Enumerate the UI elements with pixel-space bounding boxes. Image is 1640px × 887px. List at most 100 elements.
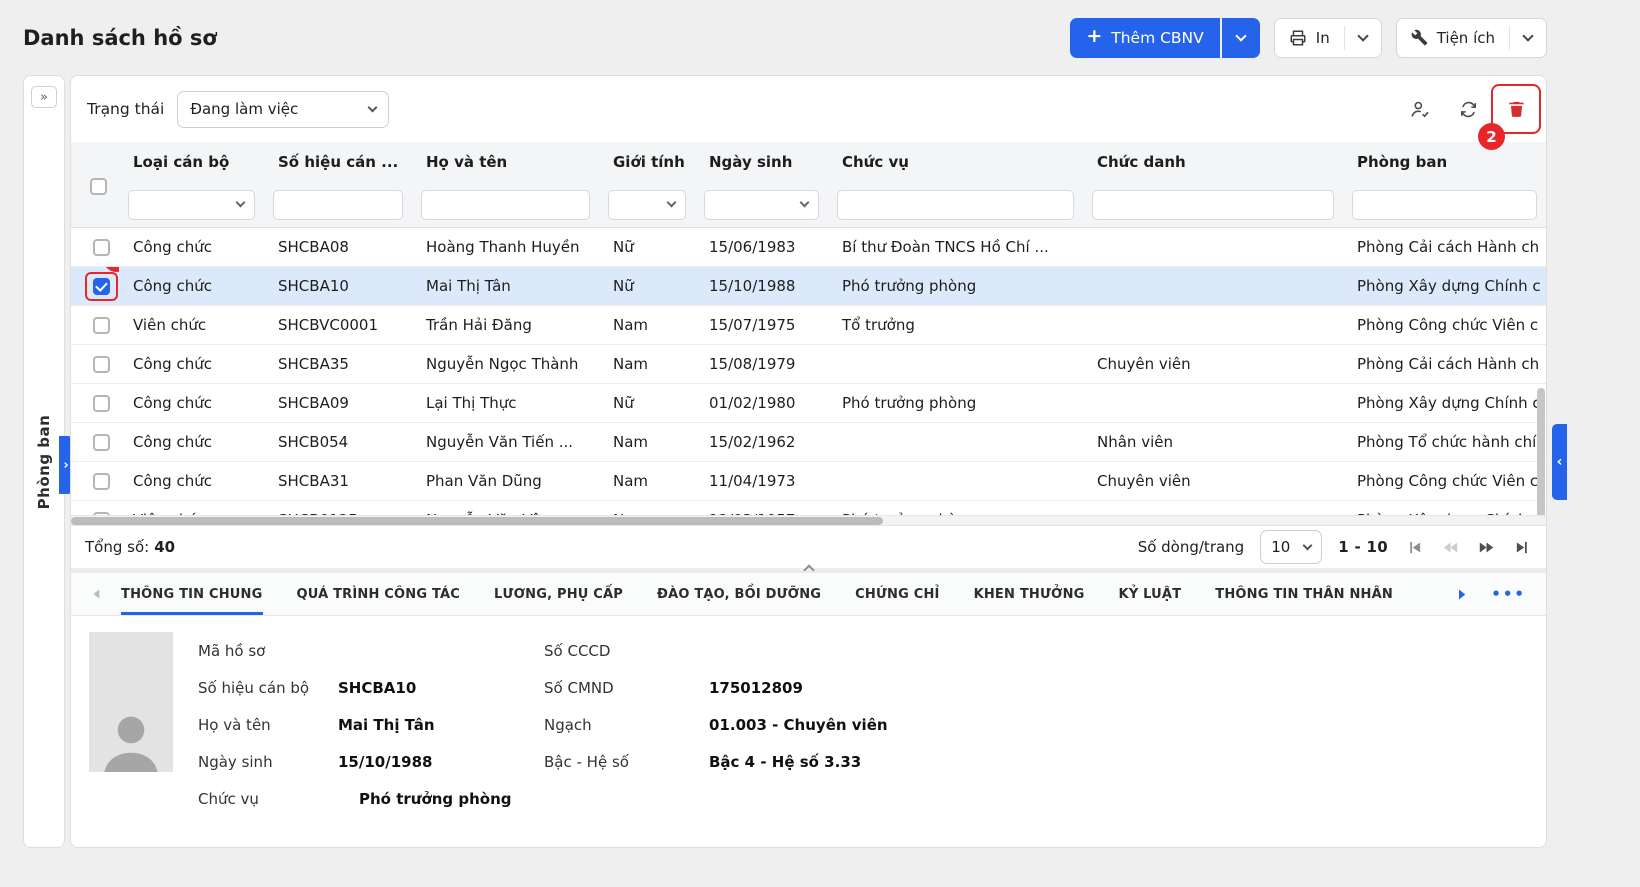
chevron-down-icon bbox=[667, 198, 677, 208]
table-header-row: Loại cán bộ Số hiệu cán ... Họ và tên Gi… bbox=[71, 142, 1546, 182]
previous-page-button[interactable] bbox=[1440, 537, 1460, 557]
status-select[interactable]: Đang làm việc bbox=[177, 91, 389, 128]
cell-ngay-sinh: 11/04/1973 bbox=[695, 462, 828, 500]
row-checkbox[interactable] bbox=[93, 395, 110, 412]
cell-so-hieu: SHCBA31 bbox=[264, 462, 412, 500]
chevron-down-icon bbox=[236, 198, 246, 208]
toolbar-icons: 2 bbox=[1402, 91, 1534, 127]
table-row[interactable]: Công chức SHCBA31 Phan Văn Dũng Nam 11/0… bbox=[71, 462, 1546, 501]
filter-phong-ban-input[interactable] bbox=[1352, 190, 1537, 220]
horizontal-scrollbar-thumb[interactable] bbox=[71, 517, 883, 525]
chevron-down-icon bbox=[1357, 30, 1368, 41]
expand-sidebar-button[interactable]: » bbox=[31, 86, 57, 108]
cell-chuc-danh: Chuyên viên bbox=[1083, 345, 1343, 383]
delete-button[interactable] bbox=[1498, 91, 1534, 127]
row-checkbox-cell bbox=[83, 228, 119, 266]
tabs-scroll-left-button[interactable] bbox=[85, 573, 109, 615]
utilities-button[interactable]: Tiện ích bbox=[1397, 19, 1509, 57]
add-cbnv-dropdown-button[interactable] bbox=[1222, 18, 1260, 58]
utilities-dropdown-button[interactable] bbox=[1510, 19, 1546, 57]
table-row[interactable]: Viên chức SHCBVC0001 Trần Hải Đăng Nam 1… bbox=[71, 306, 1546, 345]
cell-phong-ban: Phòng Cải cách Hành ch bbox=[1343, 345, 1546, 383]
row-checkbox-checked[interactable] bbox=[93, 278, 110, 295]
next-page-button[interactable] bbox=[1476, 537, 1496, 557]
field-value: Mai Thị Tân bbox=[338, 716, 544, 734]
print-button[interactable]: In bbox=[1275, 19, 1344, 57]
cell-ho-ten: Lại Thị Thực bbox=[412, 384, 599, 422]
wrench-icon bbox=[1411, 29, 1428, 46]
tab-ky-luat[interactable]: KỶ LUẬT bbox=[1119, 573, 1182, 615]
col-chuc-danh: Chức danh bbox=[1083, 153, 1343, 171]
cell-chuc-vu: Tổ trưởng bbox=[828, 306, 1083, 344]
rows-per-page-select[interactable]: 10 bbox=[1260, 530, 1322, 564]
chevron-down-icon bbox=[800, 198, 810, 208]
field-value: 15/10/1988 bbox=[338, 753, 544, 771]
add-cbnv-split-button: + Thêm CBNV bbox=[1070, 18, 1259, 58]
cell-gioi-tinh: Nữ bbox=[599, 228, 695, 266]
cell-loai-can-bo: Công chức bbox=[119, 345, 264, 383]
table-row[interactable]: Công chức SHCB054 Nguyễn Văn Tiến ... Na… bbox=[71, 423, 1546, 462]
tabs-scroll-right-button[interactable] bbox=[1449, 587, 1473, 602]
filter-loai-can-bo-select[interactable] bbox=[128, 190, 255, 220]
row-checkbox[interactable] bbox=[93, 473, 110, 490]
cell-chuc-danh: Chuyên viên bbox=[1083, 462, 1343, 500]
row-checkbox-cell bbox=[83, 384, 119, 422]
vertical-scrollbar[interactable] bbox=[1537, 228, 1545, 515]
first-page-button[interactable] bbox=[1404, 537, 1424, 557]
row-checkbox[interactable] bbox=[93, 317, 110, 334]
table-row[interactable]: Công chức SHCBA08 Hoàng Thanh Huyền Nữ 1… bbox=[71, 228, 1546, 267]
filter-chuc-vu-input[interactable] bbox=[837, 190, 1074, 220]
row-checkbox-cell bbox=[83, 345, 119, 383]
avatar bbox=[89, 632, 173, 772]
field-label: Mã hồ sơ bbox=[198, 642, 338, 660]
field-label: Ngày sinh bbox=[198, 753, 338, 771]
row-checkbox[interactable] bbox=[93, 356, 110, 373]
tab-qua-trinh-cong-tac[interactable]: QUÁ TRÌNH CÔNG TÁC bbox=[297, 573, 461, 615]
table-row[interactable]: Công chức SHCBA09 Lại Thị Thực Nữ 01/02/… bbox=[71, 384, 1546, 423]
select-all-checkbox[interactable] bbox=[90, 178, 107, 195]
tab-khen-thuong[interactable]: KHEN THƯỞNG bbox=[974, 573, 1085, 615]
next-page-icon bbox=[1478, 539, 1495, 556]
open-right-panel-button[interactable]: ‹ bbox=[1552, 424, 1567, 500]
chevron-left-icon: ‹ bbox=[1557, 454, 1563, 470]
cell-chuc-vu bbox=[828, 462, 1083, 500]
utilities-button-group: Tiện ích bbox=[1396, 18, 1547, 58]
refresh-button[interactable] bbox=[1450, 91, 1486, 127]
last-page-button[interactable] bbox=[1512, 537, 1532, 557]
trash-icon bbox=[1507, 99, 1526, 119]
tab-luong-phu-cap[interactable]: LƯƠNG, PHỤ CẤP bbox=[494, 573, 623, 615]
tab-thong-tin-than-nhan[interactable]: THÔNG TIN THÂN NHÂN bbox=[1215, 573, 1393, 615]
table-row-selected[interactable]: 1 Công chức SHCBA10 Mai Thị Tân Nữ 15/10… bbox=[71, 267, 1546, 306]
vertical-scrollbar-thumb[interactable] bbox=[1537, 388, 1545, 521]
collapse-detail-handle[interactable] bbox=[792, 562, 826, 574]
filter-ho-ten-input[interactable] bbox=[421, 190, 590, 220]
tab-dao-tao-boi-duong[interactable]: ĐÀO TẠO, BỒI DƯỠNG bbox=[657, 573, 821, 615]
filter-ngay-sinh-select[interactable] bbox=[704, 190, 819, 220]
filter-so-hieu-input[interactable] bbox=[273, 190, 403, 220]
chevron-up-icon bbox=[803, 564, 814, 575]
field-value: 01.003 - Chuyên viên bbox=[709, 716, 888, 734]
triangle-right-icon bbox=[1454, 587, 1469, 602]
cell-chuc-danh bbox=[1083, 384, 1343, 422]
table-row[interactable]: Công chức SHCBA35 Nguyễn Ngọc Thành Nam … bbox=[71, 345, 1546, 384]
field-label: Ngạch bbox=[544, 716, 709, 734]
cell-ngay-sinh: 01/02/1980 bbox=[695, 384, 828, 422]
left-collapsed-panel: » Phòng ban › bbox=[23, 75, 65, 848]
add-cbnv-button[interactable]: + Thêm CBNV bbox=[1070, 18, 1219, 58]
filter-chuc-danh-input[interactable] bbox=[1092, 190, 1334, 220]
tab-chung-chi[interactable]: CHỨNG CHỈ bbox=[855, 573, 939, 615]
cell-so-hieu: SHCBVC0001 bbox=[264, 306, 412, 344]
filter-gioi-tinh-select[interactable] bbox=[608, 190, 686, 220]
cell-ho-ten: Nguyễn Văn Tiến ... bbox=[412, 423, 599, 461]
chevron-down-icon bbox=[1235, 30, 1246, 41]
row-checkbox[interactable] bbox=[93, 239, 110, 256]
tab-thong-tin-chung[interactable]: THÔNG TIN CHUNG bbox=[121, 573, 263, 615]
total-value: 40 bbox=[154, 538, 175, 556]
tabs-more-button[interactable]: ••• bbox=[1485, 584, 1532, 604]
tab-end-controls: ••• bbox=[1449, 573, 1532, 615]
toolbar: Trạng thái Đang làm việc bbox=[71, 76, 1546, 142]
print-dropdown-button[interactable] bbox=[1345, 19, 1381, 57]
horizontal-scrollbar[interactable] bbox=[71, 515, 1546, 525]
row-checkbox[interactable] bbox=[93, 434, 110, 451]
assign-user-button[interactable] bbox=[1402, 91, 1438, 127]
